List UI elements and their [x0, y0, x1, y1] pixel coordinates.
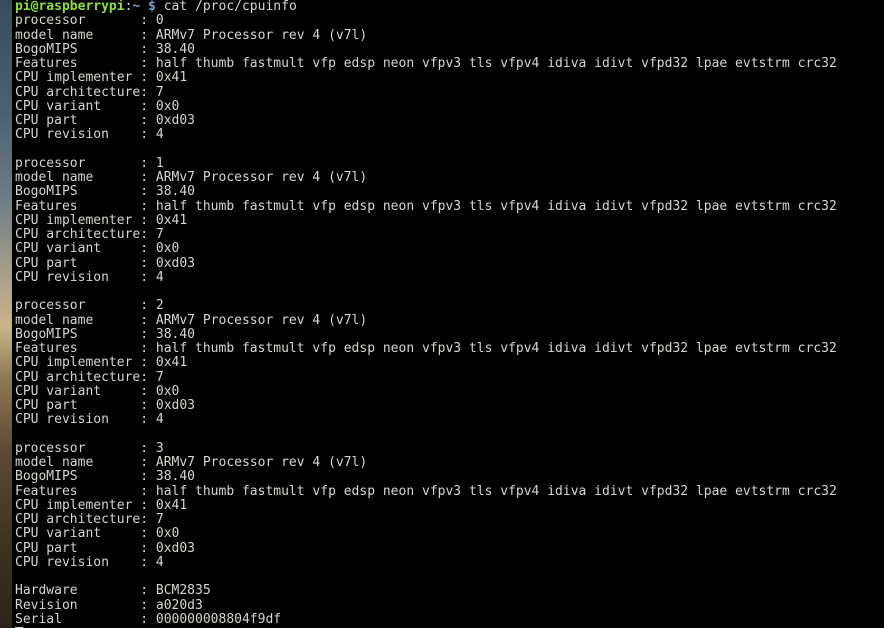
output-line: CPU architecture: 7 — [15, 369, 164, 385]
output-line: model name : ARMv7 Processor rev 4 (v7l) — [15, 455, 368, 470]
output-line: CPU part : 0xd03 — [15, 398, 196, 413]
output-line: CPU implementer : 0x41 — [15, 70, 188, 86]
output-line: CPU implementer : 0x41 — [15, 355, 188, 371]
output-line: BogoMIPS : 38.40 — [15, 469, 196, 485]
output-line: CPU part : 0xd03 — [15, 255, 196, 271]
output-line: CPU variant : 0x0 — [15, 526, 180, 542]
command-output: processor : 0 model name : ARMv7 Processo… — [15, 13, 884, 627]
output-line: Features : half thumb fastmult vfp edsp … — [15, 56, 837, 71]
output-line: CPU variant : 0x0 — [15, 241, 180, 257]
output-line: CPU revision : 4 — [15, 269, 164, 285]
output-line: model name : ARMv7 Processor rev 4 (v7l) — [15, 312, 368, 328]
output-line: model name : ARMv7 Processor rev 4 (v7l) — [15, 170, 368, 185]
desktop-wallpaper-strip — [0, 0, 12, 628]
output-line: CPU revision : 4 — [15, 412, 164, 428]
output-line: model name : ARMv7 Processor rev 4 (v7l) — [15, 27, 368, 43]
output-line: Features : half thumb fastmult vfp edsp … — [15, 198, 837, 214]
output-line: CPU variant : 0x0 — [15, 383, 180, 399]
output-line: Features : half thumb fastmult vfp edsp … — [15, 483, 837, 499]
output-line: Features : half thumb fastmult vfp edsp … — [15, 341, 837, 356]
prompt-user-host: pi@raspberrypi — [15, 0, 125, 14]
output-line: CPU revision : 4 — [15, 554, 164, 570]
output-line: Hardware : BCM2835 — [15, 583, 211, 599]
output-line: processor : 2 — [15, 298, 164, 314]
output-line: CPU architecture: 7 — [15, 84, 164, 100]
output-line: CPU variant : 0x0 — [15, 98, 180, 114]
terminal-window[interactable]: pi@raspberrypi:~ $ cat /proc/cpuinfo proc… — [12, 0, 884, 628]
output-line: CPU part : 0xd03 — [15, 113, 196, 128]
prompt-dollar: $ — [140, 0, 164, 14]
output-line: BogoMIPS : 38.40 — [15, 184, 196, 200]
output-line: CPU implementer : 0x41 — [15, 497, 188, 513]
terminal-output: pi@raspberrypi:~ $ cat /proc/cpuinfo proc… — [12, 0, 884, 628]
output-line: CPU revision : 4 — [15, 127, 164, 143]
output-line: Serial : 000000008804f9df — [15, 611, 282, 627]
output-line: processor : 0 — [15, 13, 164, 29]
output-line: processor : 3 — [15, 440, 164, 456]
output-line: CPU architecture: 7 — [15, 512, 164, 527]
output-line: CPU architecture: 7 — [15, 227, 164, 242]
output-line: BogoMIPS : 38.40 — [15, 326, 196, 342]
typed-command: cat /proc/cpuinfo — [163, 0, 297, 14]
output-line: CPU part : 0xd03 — [15, 540, 196, 556]
output-line: processor : 1 — [15, 155, 164, 171]
output-line: BogoMIPS : 38.40 — [15, 41, 196, 57]
prompt-line: pi@raspberrypi:~ $ cat /proc/cpuinfo — [15, 0, 884, 14]
output-line: Revision : a020d3 — [15, 597, 203, 613]
output-line: CPU implementer : 0x41 — [15, 212, 188, 228]
